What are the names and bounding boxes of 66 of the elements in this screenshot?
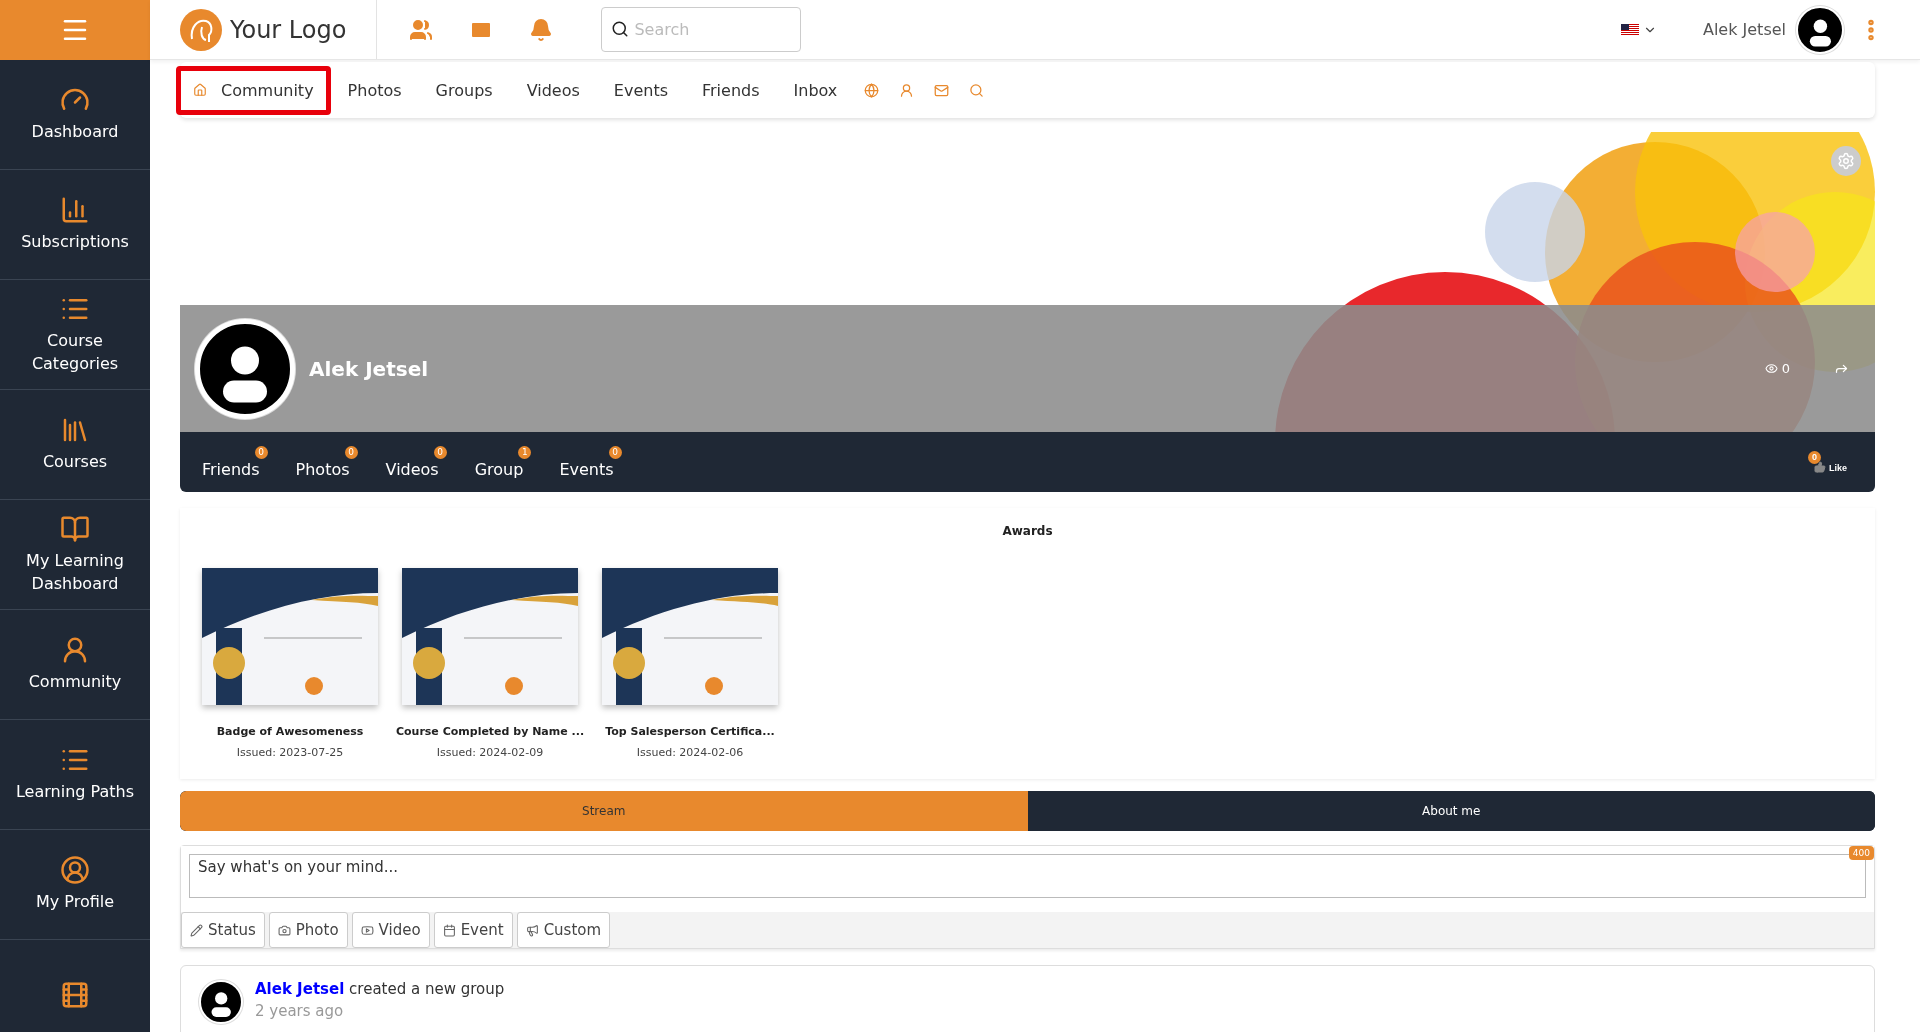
user-circle-icon [60, 855, 90, 886]
count-badge: 0 [254, 445, 268, 459]
eye-icon [1764, 362, 1778, 375]
issued-date: Issued: 2024-02-06 [636, 746, 744, 759]
issued-date: Issued: 2024-02-09 [436, 746, 544, 759]
home-icon [193, 83, 207, 97]
sidebar-item[interactable]: My Profile [0, 830, 150, 940]
count-badge: 0 [1808, 450, 1821, 464]
community-nav-link[interactable]: Inbox [776, 65, 855, 115]
award-name: Course Completed by Name ... [395, 725, 585, 738]
community-nav-link[interactable]: Friends [685, 65, 777, 115]
activity-text: Alek Jetsel created a new group [255, 980, 505, 998]
profile-tab[interactable]: Videos 0 [385, 445, 447, 479]
view-count: 0 [1764, 361, 1790, 376]
logo-text: Your Logo [230, 15, 347, 44]
issued-date: Issued: 2023-07-25 [236, 746, 344, 759]
community-nav-link[interactable]: Events [596, 65, 685, 115]
award-name: Top Salesperson Certifica... [605, 725, 775, 738]
user-avatar [1796, 5, 1844, 54]
post-type-button[interactable]: Event [433, 912, 513, 948]
bar-chart-icon [60, 195, 90, 226]
post-type-button[interactable]: Video [351, 912, 430, 948]
community-nav-link[interactable]: Community [176, 65, 331, 115]
post-type-button[interactable]: Custom [516, 912, 611, 948]
post-type-button[interactable]: Photo [268, 912, 348, 948]
sidebar-item[interactable]: My Learning Dashboard [0, 500, 150, 610]
author-avatar [199, 980, 243, 1024]
section-title: Awards [1001, 524, 1054, 538]
camera-icon [277, 923, 291, 937]
count-badge: 0 [344, 445, 358, 459]
sidebar-item[interactable]: Subscriptions [0, 170, 150, 280]
sidebar-item[interactable]: Community [0, 610, 150, 720]
sidebar-item[interactable]: Course Categories [0, 280, 150, 390]
search-icon [611, 20, 630, 38]
character-limit-badge: 400 [1848, 846, 1874, 860]
flag-icon [1620, 23, 1639, 36]
certificate-image[interactable] [402, 568, 578, 705]
count-badge: 0 [608, 445, 622, 459]
post-type-button[interactable]: Status [181, 912, 265, 948]
community-nav-link[interactable]: Groups [418, 65, 510, 115]
profile-section-tab[interactable]: Stream [180, 791, 1028, 831]
count-badge: 1 [518, 445, 532, 459]
pencil-icon [190, 923, 203, 937]
community-nav-link[interactable]: Photos [330, 65, 419, 115]
profile-tab[interactable]: Group 1 [474, 445, 532, 479]
profile-tab[interactable]: Photos 0 [295, 445, 358, 479]
certificate-image[interactable] [202, 568, 378, 705]
like-button[interactable]: Like 0 [1808, 450, 1853, 474]
profile-tab[interactable]: Events 0 [559, 445, 622, 479]
thumbs-up-icon [1814, 460, 1826, 473]
certificate-image[interactable] [602, 568, 778, 705]
sidebar-item[interactable]: Courses [0, 390, 150, 500]
community-nav-link[interactable]: Videos [509, 65, 597, 115]
user-name: Alek Jetsel [1702, 20, 1786, 39]
profile-tab[interactable]: Friends 0 [202, 445, 268, 479]
sidebar-item[interactable]: Learning Paths [0, 720, 150, 830]
award-name: Badge of Awesomeness [216, 725, 364, 738]
megaphone-icon [525, 923, 539, 937]
post-time: 2 years ago [255, 1002, 345, 1020]
video-icon [360, 923, 374, 937]
search-field[interactable]: Search [601, 7, 802, 52]
profile-name: Alek Jetsel [309, 356, 429, 381]
calendar-icon [442, 923, 456, 937]
count-badge: 0 [433, 445, 447, 459]
sidebar-item[interactable]: Dashboard [0, 60, 150, 170]
author-link[interactable]: Alek Jetsel [255, 980, 345, 998]
